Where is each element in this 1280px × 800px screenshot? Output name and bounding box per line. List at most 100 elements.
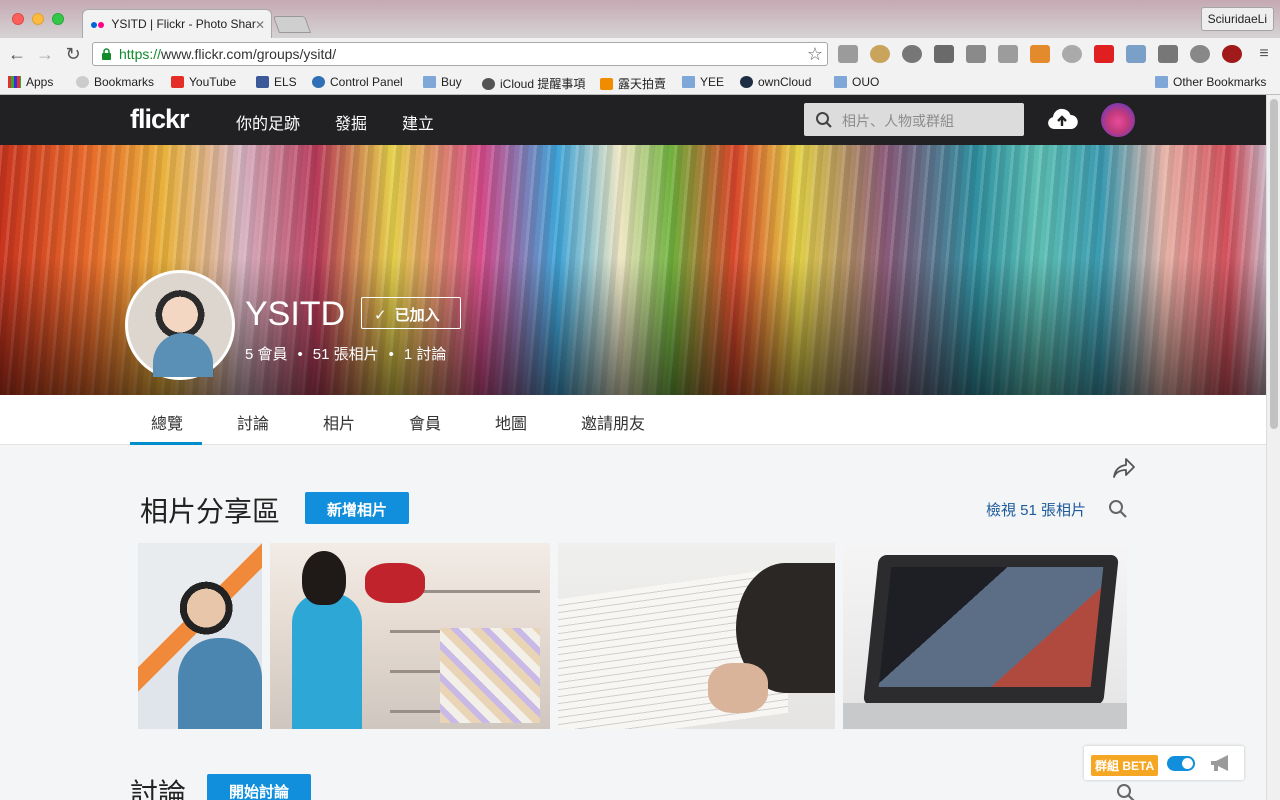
- share-icon[interactable]: [1112, 457, 1136, 479]
- bookmark-label: 露天拍賣: [618, 77, 667, 91]
- ublock-icon[interactable]: [1222, 45, 1242, 63]
- tab-title: YSITD | Flickr - Photo Shar: [111, 16, 256, 31]
- tab-overview[interactable]: 總覽: [151, 410, 183, 434]
- extension-icon[interactable]: [1030, 45, 1050, 63]
- tab-close-icon[interactable]: ✕: [255, 18, 265, 32]
- tab-members[interactable]: 會員: [409, 410, 441, 434]
- nav-you[interactable]: 你的足跡: [236, 110, 300, 134]
- tab-invite-friends[interactable]: 邀請朋友: [581, 410, 645, 434]
- flickr-favicon-icon: [91, 17, 105, 31]
- address-bar[interactable]: https://www.flickr.com/groups/ysitd/ ☆: [92, 42, 828, 66]
- window-maximize-button[interactable]: [52, 13, 64, 25]
- photo-pool-title: 相片分享區: [140, 496, 281, 527]
- window-minimize-button[interactable]: [32, 13, 44, 25]
- flickr-top-nav: flickr 你的足跡 發掘 建立 相片、人物或群組: [0, 95, 1266, 145]
- beta-toggle-switch[interactable]: [1167, 756, 1195, 771]
- search-photos-icon[interactable]: [1108, 499, 1128, 519]
- window-close-button[interactable]: [12, 13, 24, 25]
- folder-icon: [1155, 76, 1168, 88]
- browser-tab-active[interactable]: YSITD | Flickr - Photo Shar ✕: [82, 9, 272, 39]
- extension-icon[interactable]: [1190, 45, 1210, 63]
- back-arrow-icon[interactable]: ←: [7, 44, 27, 64]
- url-path: www.flickr.com/groups/ysitd/: [161, 46, 337, 62]
- separator: •: [388, 346, 394, 363]
- photo-detail: [878, 567, 1104, 687]
- extension-icon[interactable]: [934, 45, 954, 63]
- view-all-photos-link[interactable]: 檢視 51 張相片: [986, 499, 1086, 520]
- extension-icon[interactable]: [870, 45, 890, 63]
- bookmark-label: Bookmarks: [94, 75, 155, 89]
- bookmark-icloud[interactable]: iCloud 提醒事項: [482, 75, 585, 92]
- group-name: YSITD: [245, 295, 346, 333]
- bookmark-label: OUO: [852, 75, 880, 89]
- discussion-count[interactable]: 1 討論: [404, 346, 447, 363]
- url-scheme: https://: [119, 46, 162, 62]
- bookmark-folder-buy[interactable]: Buy: [423, 75, 462, 89]
- bookmark-folder-ouo[interactable]: OUO: [834, 75, 879, 89]
- extension-icon[interactable]: [1158, 45, 1178, 63]
- photo-subject: [292, 593, 362, 729]
- extension-icons: ≡: [838, 45, 1274, 63]
- menu-icon[interactable]: ≡: [1254, 45, 1274, 63]
- extension-icon[interactable]: [1062, 45, 1082, 63]
- bookmark-folder-other[interactable]: Other Bookmarks: [1155, 75, 1266, 89]
- photo-count[interactable]: 51 張相片: [313, 346, 379, 363]
- bookmark-youtube[interactable]: YouTube: [171, 75, 236, 89]
- group-subnav: 總覽 討論 相片 會員 地圖 邀請朋友: [0, 395, 1266, 445]
- photo-detail: [708, 663, 768, 713]
- extension-icon[interactable]: [998, 45, 1018, 63]
- control-panel-icon: [312, 76, 325, 88]
- cast-icon[interactable]: [838, 45, 858, 63]
- apple-icon: [482, 77, 495, 90]
- joined-label: 已加入: [394, 307, 440, 324]
- tab-bar: YSITD | Flickr - Photo Shar ✕ SciuridaeL…: [0, 0, 1280, 39]
- joined-button[interactable]: ✓ 已加入: [361, 297, 461, 329]
- member-count[interactable]: 5 會員: [245, 346, 288, 363]
- bookmark-label: ownCloud: [758, 75, 812, 89]
- user-avatar[interactable]: [1101, 103, 1135, 137]
- profile-button[interactable]: SciuridaeLi: [1200, 7, 1274, 31]
- group-avatar: [125, 270, 235, 380]
- search-discussions-icon[interactable]: [1116, 783, 1136, 800]
- camera-icon[interactable]: [1126, 45, 1146, 63]
- discussions-title: 討論: [130, 778, 187, 800]
- photo-thumbnail[interactable]: [270, 543, 550, 729]
- folder-icon: [423, 76, 436, 88]
- new-tab-button[interactable]: [272, 16, 312, 33]
- bookmark-owncloud[interactable]: ownCloud: [740, 75, 811, 89]
- active-tab-indicator: [130, 442, 202, 445]
- bookmark-folder-yee[interactable]: YEE: [682, 75, 724, 89]
- upload-cloud-icon[interactable]: [1046, 107, 1078, 131]
- beta-badge: 群組 BETA: [1091, 755, 1159, 776]
- tab-photos[interactable]: 相片: [323, 410, 355, 434]
- tab-map[interactable]: 地圖: [495, 410, 527, 434]
- sync-icon[interactable]: [902, 45, 922, 63]
- flickr-logo[interactable]: flickr: [130, 104, 190, 135]
- bookmark-ruten[interactable]: 露天拍賣: [600, 75, 666, 92]
- tab-discussions[interactable]: 討論: [237, 410, 269, 434]
- scrollbar-thumb[interactable]: [1270, 99, 1278, 429]
- forward-arrow-icon[interactable]: →: [35, 44, 55, 64]
- search-input[interactable]: 相片、人物或群組: [804, 103, 1024, 136]
- nav-explore[interactable]: 發掘: [335, 110, 367, 134]
- bookmark-apps[interactable]: Apps: [8, 75, 53, 89]
- photo-thumbnail[interactable]: [138, 543, 262, 729]
- page-scrollbar[interactable]: [1266, 95, 1280, 800]
- start-discussion-button[interactable]: 開始討論: [207, 774, 311, 800]
- separator: •: [297, 346, 303, 363]
- bookmark-control-panel[interactable]: Control Panel: [312, 75, 403, 89]
- photo-thumbnail[interactable]: [558, 543, 835, 729]
- nav-create[interactable]: 建立: [402, 110, 434, 134]
- add-photos-button[interactable]: 新增相片: [305, 492, 409, 524]
- group-cover-photo: YSITD ✓ 已加入 5 會員 • 51 張相片 • 1 討論: [0, 145, 1266, 395]
- extension-icon[interactable]: [1094, 45, 1114, 63]
- reload-icon[interactable]: ↻: [63, 44, 83, 64]
- feedback-megaphone-icon[interactable]: [1208, 753, 1234, 773]
- extension-icon[interactable]: [966, 45, 986, 63]
- bookmark-els[interactable]: ELS: [256, 75, 297, 89]
- photo-thumbnail[interactable]: [843, 543, 1127, 729]
- browser-chrome: YSITD | Flickr - Photo Shar ✕ SciuridaeL…: [0, 0, 1280, 95]
- photo-detail: [302, 551, 346, 605]
- bookmark-star-icon[interactable]: ☆: [807, 44, 823, 65]
- bookmark-bookmarks[interactable]: Bookmarks: [76, 75, 154, 89]
